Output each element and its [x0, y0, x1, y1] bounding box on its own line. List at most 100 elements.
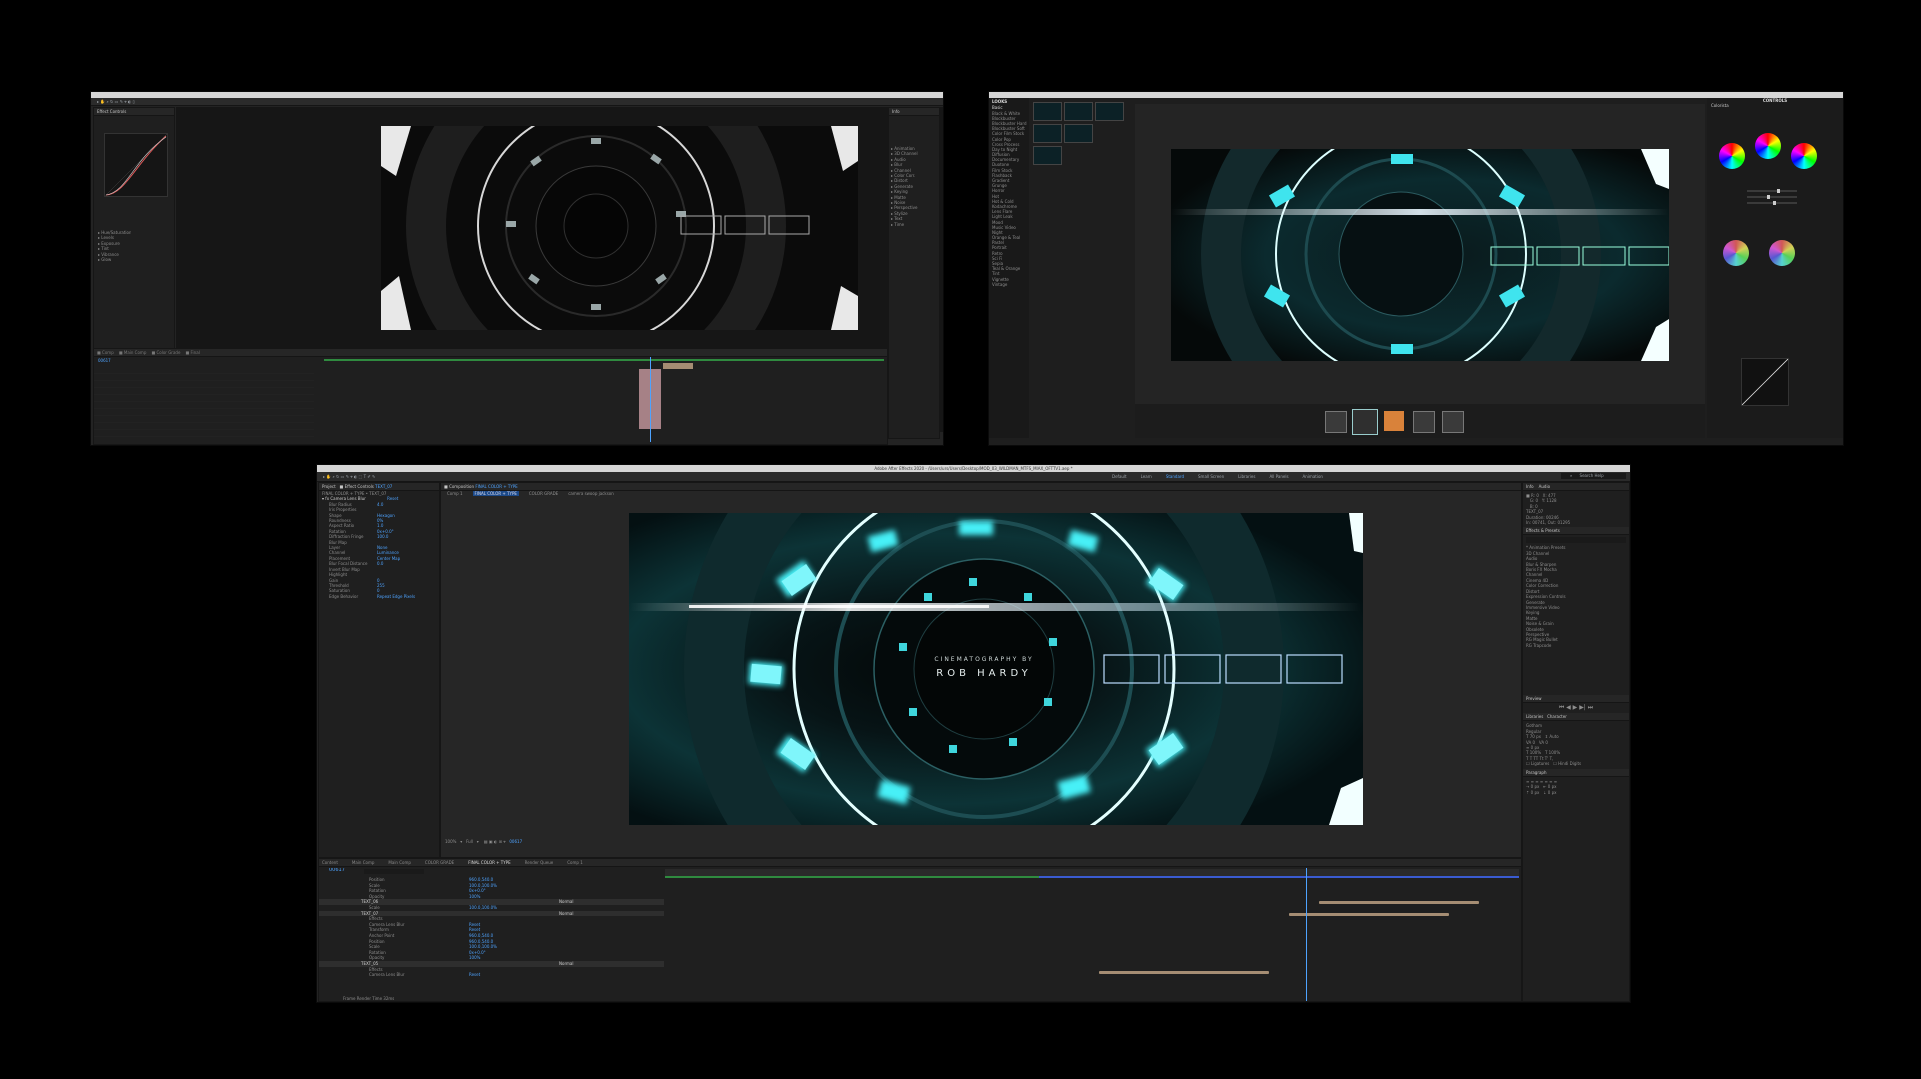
- color-wheel-shadows[interactable]: [1719, 143, 1745, 169]
- breadcrumb-item[interactable]: camera swoop jackson: [568, 491, 614, 496]
- timeline-tab[interactable]: Main Comp: [388, 859, 411, 866]
- layer-value[interactable]: 0x+0.0°: [469, 888, 486, 893]
- look-thumbnail[interactable]: [1095, 102, 1124, 121]
- workspace-tab[interactable]: Libraries: [1238, 474, 1255, 479]
- property-name: Shape: [329, 512, 342, 518]
- breadcrumb[interactable]: Comp 1 FINAL COLOR + TYPE COLOR GRADE camer…: [441, 491, 1521, 496]
- workspace-tab[interactable]: Animation: [1303, 474, 1323, 479]
- search-help-field[interactable]: ⌕ Search Help: [1561, 473, 1626, 479]
- layer-value[interactable]: 960.0,540.0: [469, 933, 493, 938]
- property-value[interactable]: Repeat Edge Pixels: [377, 594, 415, 599]
- look-thumbnail[interactable]: [1064, 124, 1093, 143]
- timeline-tab[interactable]: Comp 1: [567, 859, 583, 866]
- layer-value[interactable]: 0x+0.0°: [469, 950, 486, 955]
- layer-name: Camera Lens Blur: [369, 972, 405, 978]
- effects-search-field[interactable]: [1526, 537, 1626, 544]
- saturation-wheel[interactable]: [1769, 240, 1795, 266]
- breadcrumb-item[interactable]: Comp 1: [447, 491, 463, 496]
- paragraph-panel[interactable]: ≡ ≡ ≡ ≡ ≡ ≡ ≡ → 0 px ⇤ 0 px ⇡ 0 px ⇣ 0 px: [1523, 777, 1629, 797]
- look-thumbnail[interactable]: [1033, 102, 1062, 121]
- timeline-tab[interactable]: COLOR GRADE: [425, 859, 454, 866]
- layer-duration-bar[interactable]: [1289, 913, 1449, 916]
- layer-clip[interactable]: [663, 363, 693, 369]
- layer-name: Anchor Point: [369, 932, 395, 938]
- workspace-tab[interactable]: Small Screen: [1198, 474, 1224, 479]
- layer-duration-bar[interactable]: [1319, 901, 1479, 904]
- property-name: Blur Focal Distance: [329, 561, 368, 567]
- timeline-tab[interactable]: Main Comp: [352, 859, 375, 866]
- tunnel-frame-final[interactable]: CINEMATOGRAPHY BY ROB HARDY: [629, 513, 1363, 825]
- timeline-search-field[interactable]: [364, 869, 424, 874]
- layer-value[interactable]: 100.0,100.0%: [469, 905, 497, 910]
- search-icon: ⌕: [1570, 473, 1573, 478]
- tool-curves[interactable]: [1352, 409, 1378, 435]
- workspace-switcher[interactable]: Default Learn Standard Small Screen Librarie…: [1098, 472, 1323, 481]
- slider[interactable]: [1747, 189, 1797, 193]
- layer-value[interactable]: Normal: [559, 961, 573, 966]
- work-area-bar[interactable]: [324, 359, 884, 361]
- looks-viewer[interactable]: [1135, 104, 1705, 404]
- look-category-item[interactable]: Vintage: [992, 282, 1026, 287]
- workspace-tab[interactable]: All Panels: [1269, 474, 1288, 479]
- composition-tab[interactable]: ■ Composition FINAL COLOR + TYPE: [441, 483, 1521, 491]
- layer-value[interactable]: Reset: [469, 922, 480, 927]
- layer-value[interactable]: 100.0,100.0%: [469, 944, 497, 949]
- looks-category-list[interactable]: Basic Black & White Blockbuster Blockbuster…: [989, 105, 1029, 287]
- hue-wheel[interactable]: [1723, 240, 1749, 266]
- tone-curve[interactable]: [1741, 358, 1789, 406]
- color-wheel-midtones[interactable]: [1755, 133, 1781, 159]
- workspace-tab[interactable]: Default: [1112, 474, 1127, 479]
- tool-colorista[interactable]: [1325, 411, 1347, 433]
- layer-value[interactable]: 960.0,540.0: [469, 939, 493, 944]
- look-category-item[interactable]: Color Film Stock: [992, 131, 1026, 136]
- look-thumbnail[interactable]: [1033, 146, 1062, 165]
- timeline-tab[interactable]: Content: [322, 859, 338, 866]
- playhead[interactable]: [1306, 868, 1307, 1001]
- tool-icons[interactable]: ▸ ✋ ⌕ ↻ ▭ ✎ ⌖ ◐ ⬚ T ✐ ✎: [323, 474, 375, 479]
- color-wheel-highlights[interactable]: [1791, 143, 1817, 169]
- layer-value[interactable]: Normal: [559, 899, 573, 904]
- layer-value[interactable]: Reset: [469, 927, 480, 932]
- layer-value[interactable]: Reset: [469, 972, 480, 977]
- preview-controls[interactable]: ⏮ ◀ ▶ ▶| ⏭: [1523, 703, 1629, 713]
- look-thumbnail[interactable]: [1064, 102, 1093, 121]
- timeline-property-row[interactable]: Camera Lens Blur Reset: [319, 972, 664, 978]
- timeline-tab[interactable]: Render Queue: [525, 859, 554, 866]
- breadcrumb-item[interactable]: COLOR GRADE: [529, 491, 558, 496]
- viewer-controls[interactable]: 100% ▾ Full ▾ ▦ ▣ ◐ ⊞ ⌖ 00617: [445, 839, 522, 844]
- workspace-tab[interactable]: Learn: [1141, 474, 1152, 479]
- property-name: Rotation: [329, 528, 346, 534]
- slider[interactable]: [1747, 195, 1797, 199]
- work-area-bar-blue[interactable]: [1039, 876, 1519, 878]
- playhead[interactable]: [650, 357, 651, 442]
- timeline-layer-rows: [94, 367, 314, 437]
- effect-controls-tab[interactable]: Project ■ Effect Controls TEXT_07: [319, 483, 439, 491]
- effect-property-row[interactable]: Edge Behavior Repeat Edge Pixels: [329, 594, 436, 599]
- tool-tint[interactable]: [1442, 411, 1464, 433]
- layer-duration-bar[interactable]: [1099, 971, 1269, 974]
- timeline-timecode[interactable]: 00617: [329, 868, 345, 873]
- layer-value[interactable]: Normal: [559, 911, 573, 916]
- tool-hue[interactable]: [1384, 411, 1404, 431]
- layer-value[interactable]: 960.0,540.0: [469, 877, 493, 882]
- tool-exposure[interactable]: [1413, 411, 1435, 433]
- effects-presets-list[interactable]: * Animation Presets 3D Channel Audio Blur &…: [1523, 545, 1629, 695]
- curves-graph[interactable]: [104, 133, 168, 197]
- effects-category-item[interactable]: RG Trapcode: [1526, 643, 1626, 648]
- layer-name: TEXT_05: [361, 960, 379, 966]
- workspace-tab[interactable]: Standard: [1166, 474, 1184, 479]
- right-panels: Info ▸ Animation ▸ 3D Channel ▸ Audio ▸ Blu…: [888, 107, 940, 439]
- breadcrumb-item[interactable]: FINAL COLOR + TYPE: [472, 491, 519, 496]
- layer-value[interactable]: 100%: [469, 894, 480, 899]
- timeline-tabs[interactable]: ■ Comp ■ Main Comp ■ Color Grade ■ Final: [94, 349, 887, 357]
- timeline-tab[interactable]: FINAL COLOR + TYPE: [468, 859, 510, 866]
- layer-name: Opacity: [369, 955, 385, 961]
- look-thumbnail[interactable]: [1033, 124, 1062, 143]
- layer-name: Scale: [369, 904, 380, 910]
- layer-value[interactable]: 100%: [469, 955, 480, 960]
- timeline-tabs[interactable]: Content Main Comp Main Comp COLOR GRADE FINA…: [319, 859, 1521, 867]
- slider[interactable]: [1747, 201, 1797, 205]
- toolbar-icons[interactable]: ▸ ✋ ⌕ ↻ ▭ ✎ ⌖ ◐ ▯: [97, 99, 135, 104]
- layer-name: Transform: [369, 927, 389, 933]
- layer-value[interactable]: 100.0,100.0%: [469, 883, 497, 888]
